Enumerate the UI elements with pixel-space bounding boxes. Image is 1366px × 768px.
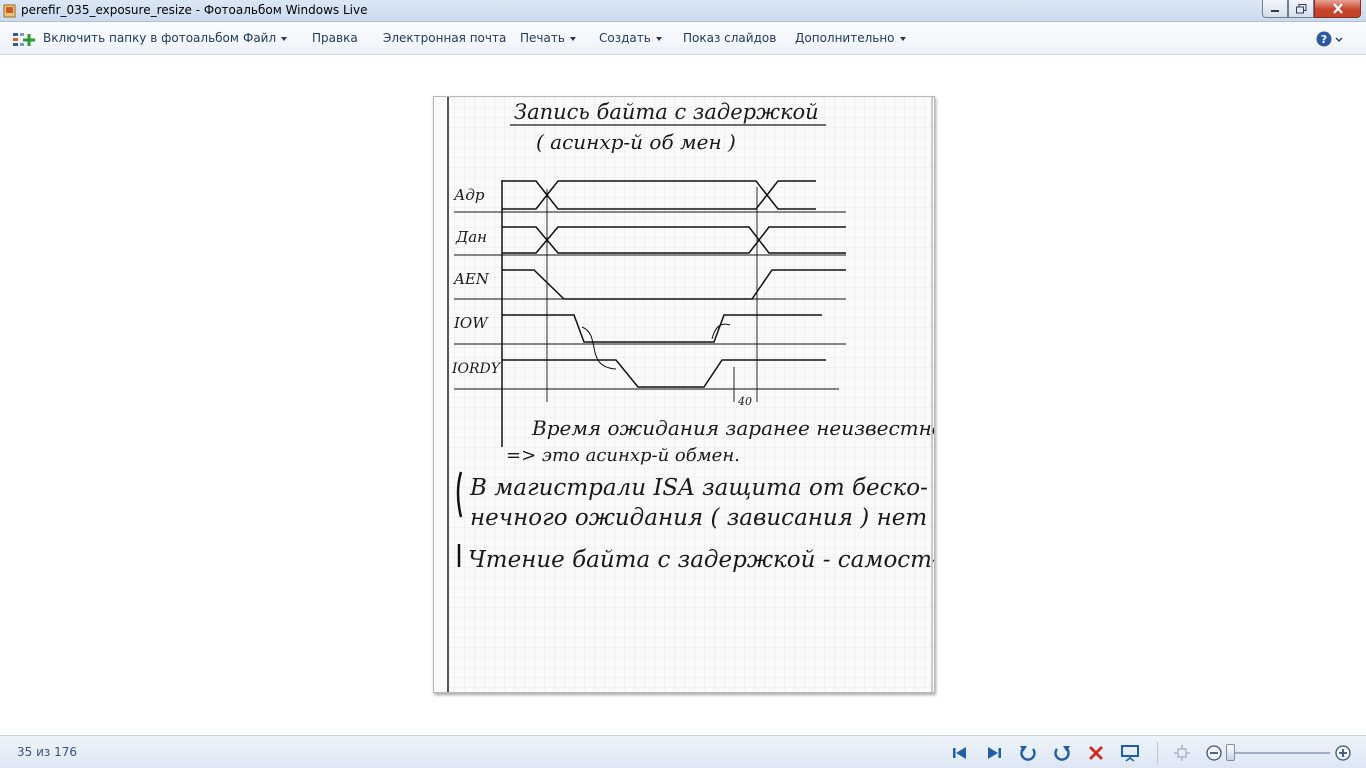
menu-create[interactable]: Создать <box>599 31 662 45</box>
remark-line1: В магистрали ISA защита от беско- <box>469 475 928 501</box>
menu-print[interactable]: Печать <box>520 31 576 45</box>
menu-more-label: Дополнительно <box>795 31 895 45</box>
previous-icon[interactable] <box>950 743 970 763</box>
signal-label-data: Дан <box>455 228 487 246</box>
include-folder-icon <box>13 33 35 46</box>
menu-create-label: Создать <box>599 31 651 45</box>
minimize-button[interactable] <box>1262 0 1288 18</box>
signal-label-iow: IOW <box>453 314 489 332</box>
menu-file-label: Файл <box>243 31 277 45</box>
menu-email[interactable]: Электронная почта <box>383 31 506 45</box>
remark-line3: Чтение байта с задержкой - самост-о. <box>468 547 934 573</box>
page-title-line2: ( асинхр-й об мен ) <box>536 130 736 154</box>
zoom-out-icon[interactable] <box>1204 743 1224 763</box>
note-line2: => это асинхр-й обмен. <box>506 445 740 466</box>
chevron-down-icon <box>899 36 906 41</box>
signal-label-addr: Адр <box>453 186 485 204</box>
close-icon <box>1332 3 1343 14</box>
delete-icon[interactable] <box>1086 743 1106 763</box>
menu-include-folder[interactable]: Включить папку в фотоальбом <box>43 31 239 45</box>
chevron-down-icon <box>569 36 576 41</box>
photo-counter: 35 из 176 <box>17 745 77 759</box>
rotate-right-icon[interactable] <box>1052 743 1072 763</box>
help-button[interactable]: ? <box>1316 30 1344 48</box>
menu-more[interactable]: Дополнительно <box>795 31 906 45</box>
zoom-slider-thumb[interactable] <box>1226 744 1235 761</box>
maximize-button[interactable] <box>1288 0 1314 18</box>
title-bar: perefir_035_exposure_resize - Фотоальбом… <box>0 0 1366 22</box>
actual-size-icon[interactable] <box>1172 743 1192 763</box>
menu-edit[interactable]: Правка <box>312 31 358 45</box>
note-line1: Время ожидания заранее неизвестно. <box>531 416 934 440</box>
status-bar: 35 из 176 <box>0 735 1366 768</box>
zoom-slider-track[interactable] <box>1228 752 1330 754</box>
photo-scan: Запись байта с задержкой ( асинхр-й об м… <box>433 96 935 693</box>
svg-text:?: ? <box>1321 33 1327 46</box>
window-title: perefir_035_exposure_resize - Фотоальбом… <box>21 3 368 17</box>
close-button[interactable] <box>1314 0 1361 18</box>
signal-label-iordy: IORDY <box>451 361 502 377</box>
chevron-down-icon <box>281 36 288 41</box>
toolbar-separator <box>1157 742 1158 764</box>
handwritten-page: Запись байта с задержкой ( асинхр-й об м… <box>434 97 934 692</box>
page-title-line1: Запись байта с задержкой <box>514 100 819 124</box>
photo-gallery-app-icon <box>3 4 16 18</box>
zoom-in-icon[interactable] <box>1333 743 1353 763</box>
restore-icon <box>1295 3 1306 13</box>
signal-label-aen: AEN <box>452 270 490 288</box>
remark-line2: нечного ожидания ( зависания ) нет <box>470 505 927 531</box>
tick-label-40: 40 <box>737 395 752 408</box>
slideshow-icon[interactable] <box>1120 743 1140 763</box>
menu-file[interactable]: Файл <box>243 31 288 45</box>
chevron-down-icon <box>655 36 662 41</box>
menu-slideshow[interactable]: Показ слайдов <box>683 31 776 45</box>
help-icon: ? <box>1316 31 1343 47</box>
minimize-icon <box>1271 9 1279 12</box>
rotate-left-icon[interactable] <box>1018 743 1038 763</box>
command-bar: Включить папку в фотоальбом Файл Правка … <box>0 22 1366 55</box>
menu-print-label: Печать <box>520 31 565 45</box>
next-icon[interactable] <box>984 743 1004 763</box>
